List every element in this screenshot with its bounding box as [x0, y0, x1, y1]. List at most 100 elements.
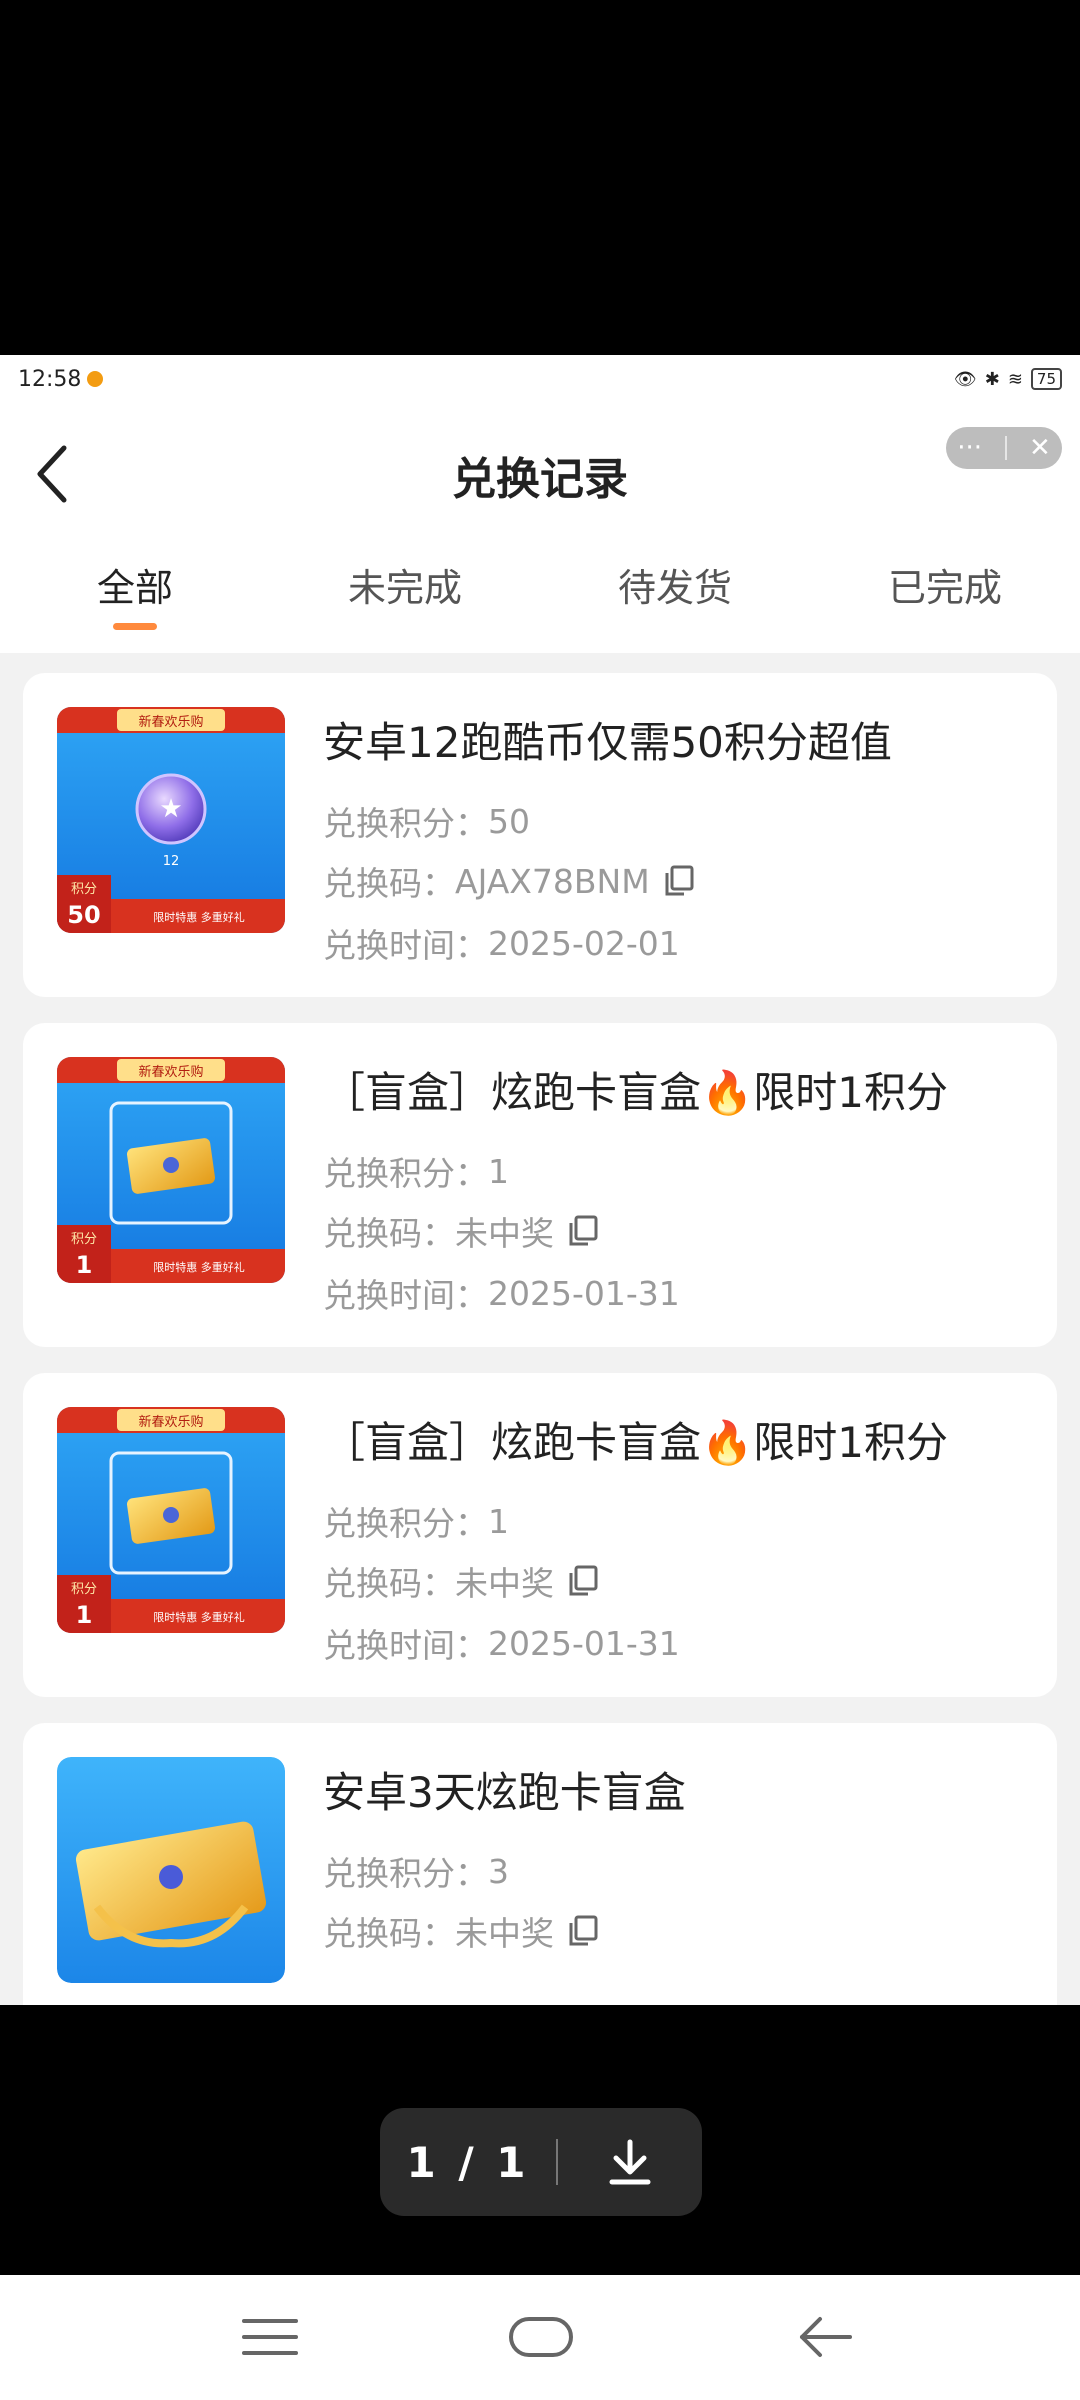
- thumb-coin-label: 12: [163, 854, 180, 869]
- record-card[interactable]: 安卓3天炫跑卡盲盒 兑换积分： 3 兑换码： 未中奖: [23, 1723, 1057, 2005]
- points-label: 兑换积分：: [323, 1854, 488, 1893]
- thumb-slogan: 限时特惠 多重好礼: [153, 1260, 245, 1274]
- code-label: 兑换码：: [323, 864, 455, 903]
- time-row: 兑换时间： 2025-01-31: [323, 1269, 680, 1317]
- code-value: AJAX78BNM: [455, 861, 650, 901]
- tab-pending-shipment[interactable]: 待发货: [540, 533, 810, 653]
- product-thumbnail: 新春欢乐购 积分 1 限时特惠 多重好礼: [57, 1057, 285, 1283]
- time-label: 兑换时间：: [323, 1626, 488, 1665]
- copy-icon[interactable]: [568, 1915, 598, 1947]
- thumb-points-value: 50: [67, 901, 100, 929]
- status-right: 👁 ✱ ≋ 75: [954, 368, 1062, 390]
- tab-completed[interactable]: 已完成: [810, 533, 1080, 653]
- wifi-icon: ≋: [1007, 368, 1023, 390]
- capsule-divider: [1004, 436, 1007, 460]
- code-row: 兑换码： 未中奖: [323, 1907, 598, 1955]
- code-value: 未中奖: [455, 1564, 554, 1603]
- menu-button[interactable]: [240, 2305, 300, 2369]
- back-nav-button[interactable]: [796, 2305, 856, 2369]
- thumb-slogan: 限时特惠 多重好礼: [153, 910, 245, 924]
- page-indicator-pill: 1 / 1: [380, 2108, 702, 2216]
- points-value: 50: [488, 801, 530, 841]
- code-label: 兑换码：: [323, 1214, 455, 1253]
- app-screen: 12:58 👁 ✱ ≋ 75 兑换记录 ··· ✕ 全部 未完成 待发货 已完成…: [0, 355, 1080, 2005]
- system-navigation-bar: [0, 2275, 1080, 2400]
- copy-icon[interactable]: [664, 865, 694, 897]
- record-card[interactable]: 新春欢乐购 ★ 12 积分 50 限时特惠 多重好礼 安卓12跑酷币仅需50积分…: [23, 673, 1057, 997]
- nav-bar: 兑换记录 ··· ✕: [0, 403, 1080, 533]
- points-row: 兑换积分： 1: [323, 1497, 509, 1545]
- copy-icon[interactable]: [568, 1215, 598, 1247]
- tab-label: 已完成: [887, 566, 1002, 610]
- product-thumbnail: [57, 1757, 285, 1983]
- code-row: 兑换码： 未中奖: [323, 1207, 598, 1255]
- tab-label: 未完成: [347, 566, 462, 610]
- points-label: 兑换积分：: [323, 1504, 488, 1543]
- status-left: 12:58: [18, 366, 104, 392]
- points-label: 兑换积分：: [323, 804, 488, 843]
- product-thumbnail: 新春欢乐购 ★ 12 积分 50 限时特惠 多重好礼: [57, 707, 285, 933]
- tab-label: 全部: [96, 566, 173, 610]
- menu-icon: [242, 2319, 298, 2355]
- tab-incomplete[interactable]: 未完成: [270, 533, 540, 653]
- time-row: 兑换时间： 2025-02-01: [323, 919, 680, 967]
- time-label: 兑换时间：: [323, 1276, 488, 1315]
- tab-bar: 全部 未完成 待发货 已完成: [0, 533, 1080, 653]
- record-title: 安卓3天炫跑卡盲盒: [323, 1768, 686, 1817]
- thumb-banner: 新春欢乐购: [138, 1414, 203, 1430]
- page-indicator: 1 / 1: [406, 2137, 530, 2187]
- product-thumbnail: 新春欢乐购 积分 1 限时特惠 多重好礼: [57, 1407, 285, 1633]
- code-row: 兑换码： AJAX78BNM: [323, 857, 694, 905]
- code-label: 兑换码：: [323, 1914, 455, 1953]
- time-row: 兑换时间： 2025-01-31: [323, 1619, 680, 1667]
- code-row: 兑换码： 未中奖: [323, 1557, 598, 1605]
- copy-icon[interactable]: [568, 1565, 598, 1597]
- more-button[interactable]: ···: [957, 433, 982, 463]
- points-row: 兑换积分： 1: [323, 1147, 509, 1195]
- points-value: 1: [488, 1151, 509, 1191]
- record-title: ［盲盒］炫跑卡盲盒🔥限时1积分: [323, 1418, 949, 1467]
- code-label: 兑换码：: [323, 1564, 455, 1603]
- thumb-points-value: 1: [76, 1251, 93, 1279]
- code-value: 未中奖: [455, 1914, 554, 1953]
- image-viewer-bar: 1 / 1: [0, 2005, 1080, 2275]
- back-arrow-icon: [800, 2317, 852, 2357]
- tab-active-indicator: [113, 623, 157, 630]
- record-card[interactable]: 新春欢乐购 积分 1 限时特惠 多重好礼 ［盲盒］炫跑卡盲盒🔥限时1积分 兑换积…: [23, 1023, 1057, 1347]
- thumb-banner: 新春欢乐购: [138, 1064, 203, 1080]
- thumb-banner: 新春欢乐购: [138, 714, 203, 730]
- notification-icon: [87, 371, 104, 387]
- home-button[interactable]: [508, 2305, 574, 2369]
- mini-program-capsule: ··· ✕: [946, 427, 1062, 469]
- thumb-slogan: 限时特惠 多重好礼: [153, 1610, 245, 1624]
- time-value: 2025-02-01: [488, 923, 680, 963]
- points-value: 1: [488, 1501, 509, 1541]
- page-title: 兑换记录: [452, 454, 628, 505]
- points-label: 兑换积分：: [323, 1154, 488, 1193]
- thumb-points-tag: 积分: [71, 1582, 97, 1597]
- points-row: 兑换积分： 3: [323, 1847, 509, 1895]
- time-value: 2025-01-31: [488, 1623, 680, 1663]
- thumb-points-tag: 积分: [71, 1232, 97, 1247]
- eye-icon: 👁: [953, 368, 977, 390]
- battery-icon: 75: [1030, 368, 1062, 390]
- download-button[interactable]: [558, 2108, 702, 2216]
- thumb-points-tag: 积分: [71, 882, 97, 897]
- points-row: 兑换积分： 50: [323, 797, 530, 845]
- tab-label: 待发货: [617, 566, 732, 610]
- bluetooth-icon: ✱: [984, 368, 1000, 390]
- status-time: 12:58: [18, 366, 82, 392]
- record-list[interactable]: 新春欢乐购 ★ 12 积分 50 限时特惠 多重好礼 安卓12跑酷币仅需50积分…: [0, 653, 1080, 2005]
- home-icon: [509, 2317, 573, 2357]
- svg-text:★: ★: [159, 794, 182, 824]
- record-title: 安卓12跑酷币仅需50积分超值: [323, 718, 892, 767]
- time-label: 兑换时间：: [323, 926, 488, 965]
- close-button[interactable]: ✕: [1029, 433, 1051, 463]
- status-bar: 12:58 👁 ✱ ≋ 75: [0, 355, 1080, 403]
- record-title: ［盲盒］炫跑卡盲盒🔥限时1积分: [323, 1068, 949, 1117]
- tab-all[interactable]: 全部: [0, 533, 270, 653]
- thumb-points-value: 1: [76, 1601, 93, 1629]
- download-icon: [609, 2139, 651, 2185]
- points-value: 3: [488, 1851, 509, 1891]
- record-card[interactable]: 新春欢乐购 积分 1 限时特惠 多重好礼 ［盲盒］炫跑卡盲盒🔥限时1积分 兑换积…: [23, 1373, 1057, 1697]
